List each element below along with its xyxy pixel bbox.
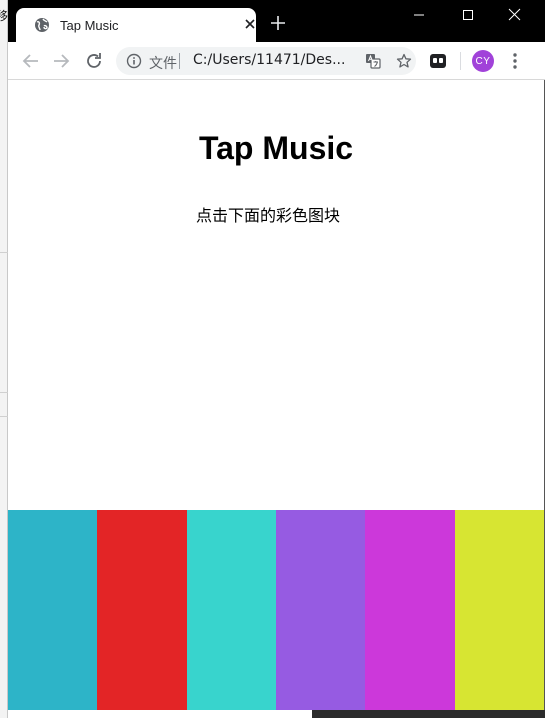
pad-1[interactable] <box>8 510 98 710</box>
background-window: 移 <box>0 0 8 718</box>
background-divider <box>0 416 8 417</box>
page-subtitle: 点击下面的彩色图块 <box>196 206 341 225</box>
omnibox-divider <box>179 53 180 69</box>
close-tab-button[interactable] <box>241 15 259 33</box>
globe-icon <box>35 18 49 32</box>
background-divider <box>0 392 8 393</box>
back-button[interactable] <box>20 50 42 72</box>
minimize-button[interactable] <box>396 0 442 30</box>
close-window-button[interactable] <box>492 0 538 30</box>
pad-5[interactable] <box>365 510 455 710</box>
reload-button[interactable] <box>83 50 105 72</box>
pad-2[interactable] <box>97 510 187 710</box>
maximize-button[interactable] <box>445 0 491 30</box>
more-menu-icon[interactable] <box>507 51 523 71</box>
toolbar: 文件 C:/Users/11471/Des... CY <box>8 42 545 80</box>
bookmark-star-icon[interactable] <box>396 53 412 69</box>
page-viewport: Tap Music 点击下面的彩色图块 <box>8 80 544 710</box>
pad-3[interactable] <box>186 510 276 710</box>
address-bar[interactable]: 文件 C:/Users/11471/Des... <box>116 47 416 75</box>
pad-4[interactable] <box>275 510 366 710</box>
new-tab-button[interactable] <box>267 12 289 34</box>
pad-6[interactable] <box>454 510 544 710</box>
screen: 移 Tap Music 文件 C:/Users/11471/Des... CY … <box>0 0 545 718</box>
color-pads <box>8 510 544 710</box>
scheme-label: 文件 <box>149 55 177 71</box>
url-text[interactable]: C:/Users/11471/Des... <box>193 52 345 68</box>
forward-button[interactable] <box>50 50 72 72</box>
background-divider <box>0 252 8 253</box>
tab-tap-music[interactable]: Tap Music <box>16 8 256 42</box>
toolbar-divider <box>460 52 461 70</box>
translate-icon[interactable] <box>365 53 381 69</box>
close-icon <box>245 19 255 29</box>
background-window-text: 移 <box>0 9 9 23</box>
profile-avatar[interactable]: CY <box>472 50 494 72</box>
extension-icon[interactable] <box>429 52 447 70</box>
browser-window: Tap Music 文件 C:/Users/11471/Des... CY Ta… <box>8 0 545 710</box>
tab-title: Tap Music <box>60 18 119 33</box>
title-bar[interactable]: Tap Music <box>8 0 545 42</box>
info-icon[interactable] <box>126 53 142 69</box>
taskbar-strip <box>312 710 545 718</box>
page-title: Tap Music <box>198 130 354 166</box>
